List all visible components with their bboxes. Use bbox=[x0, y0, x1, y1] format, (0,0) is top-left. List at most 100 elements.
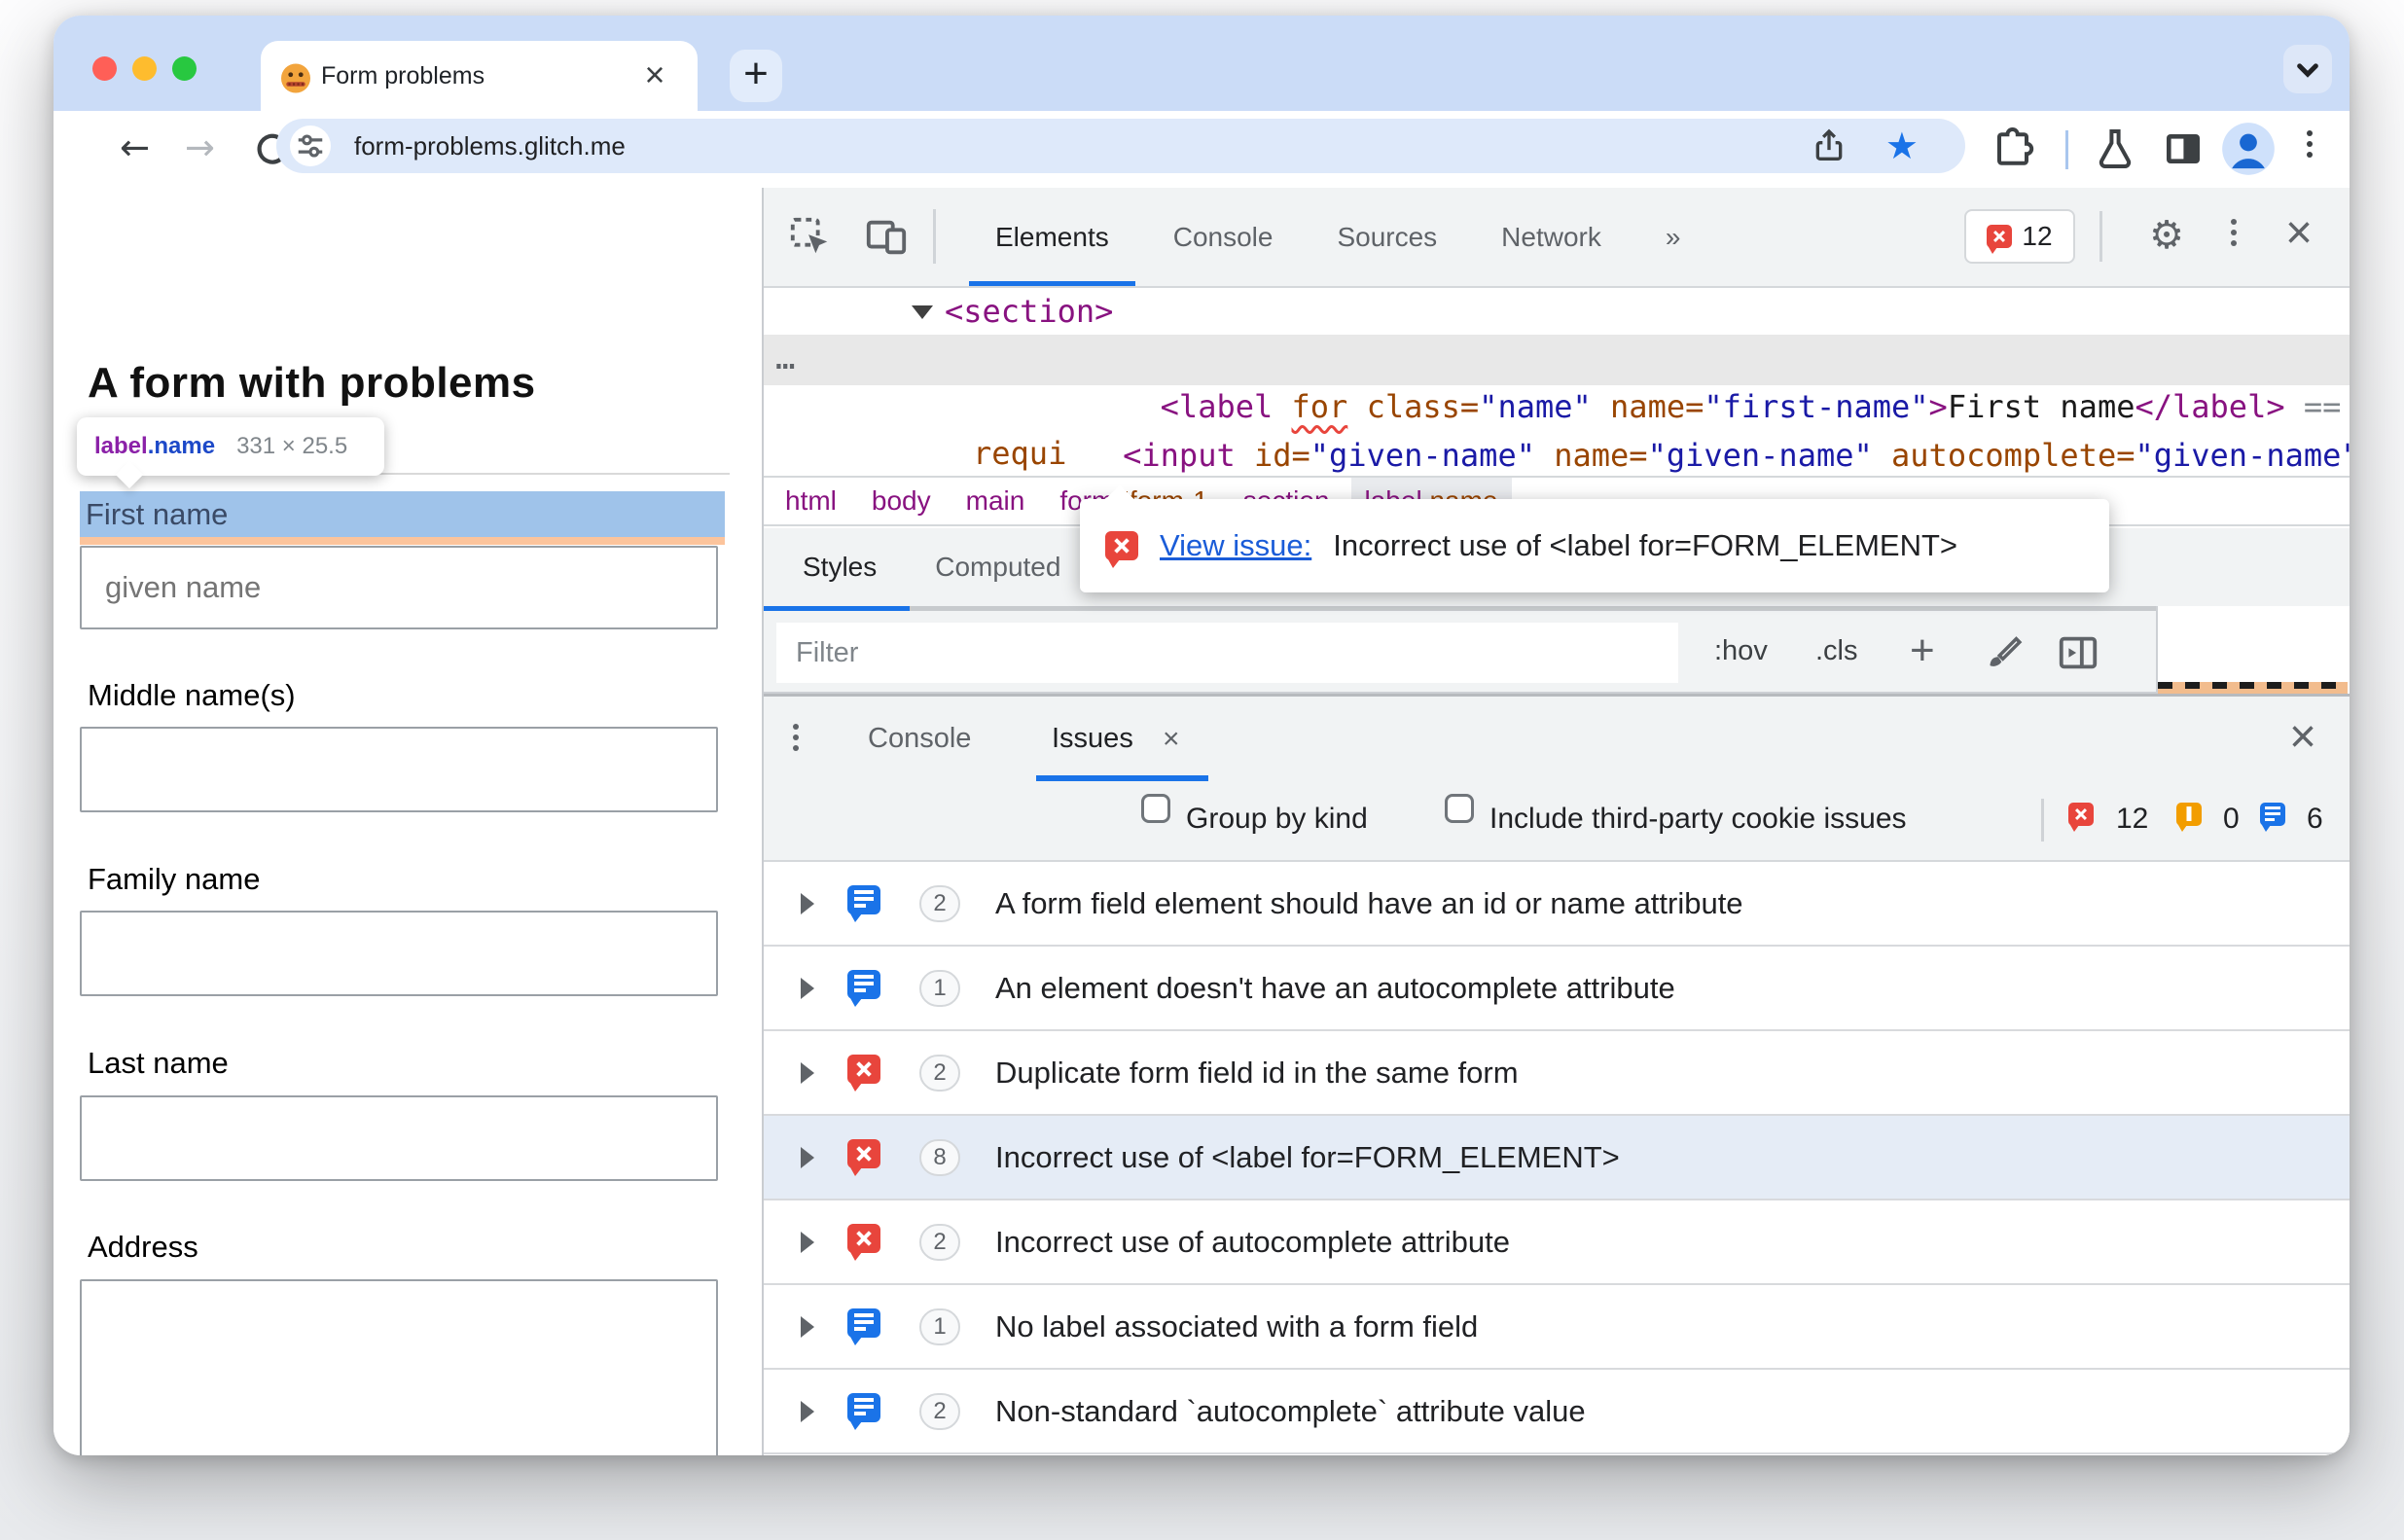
issue-title[interactable]: Incorrect use of <label for=FORM_ELEMENT… bbox=[995, 1116, 1620, 1200]
devtools-close-icon[interactable]: × bbox=[2285, 188, 2313, 279]
dom-selected-row[interactable]: … <label for class="name" name="first-na… bbox=[764, 335, 2350, 425]
back-button[interactable]: ← bbox=[120, 111, 150, 188]
tab-network[interactable]: Network bbox=[1469, 188, 1633, 286]
extensions-icon[interactable] bbox=[1990, 125, 2036, 172]
tab-styles[interactable]: Styles bbox=[773, 528, 906, 606]
family-name-input[interactable] bbox=[80, 911, 718, 996]
expand-icon[interactable] bbox=[801, 1062, 814, 1084]
issues-count-button[interactable]: 12 bbox=[1964, 209, 2075, 264]
given-name-input[interactable] bbox=[80, 546, 718, 629]
tab-close-icon[interactable]: × bbox=[635, 56, 674, 95]
last-name-input[interactable] bbox=[80, 1095, 718, 1181]
view-issue-link[interactable]: View issue: bbox=[1160, 528, 1311, 563]
issue-title[interactable]: An element doesn't have an autocomplete … bbox=[995, 947, 1675, 1031]
drawer-tab-console[interactable]: Console bbox=[868, 697, 971, 781]
code-token: "given-name" bbox=[2135, 437, 2350, 474]
address-label: Address bbox=[88, 1230, 198, 1264]
settings-gear-icon[interactable]: ⚙ bbox=[2149, 188, 2184, 283]
inspect-element-icon[interactable] bbox=[788, 215, 833, 260]
issue-title[interactable]: Non-standard `autocomplete` attribute va… bbox=[995, 1370, 1586, 1454]
third-party-label[interactable]: Include third-party cookie issues bbox=[1489, 781, 1907, 859]
issue-row[interactable]: 2 Duplicate form field id in the same fo… bbox=[764, 1031, 2350, 1116]
issue-row[interactable]: 1 No label associated with a form field bbox=[764, 1285, 2350, 1370]
dom-gutter-more-icon[interactable]: … bbox=[775, 335, 795, 381]
drawer-tab-bar: Console Issues × × bbox=[764, 697, 2350, 781]
error-bubble-icon bbox=[847, 1224, 880, 1261]
traffic-minimize-button[interactable] bbox=[132, 56, 157, 81]
address-textarea[interactable] bbox=[80, 1279, 718, 1455]
tab-sources[interactable]: Sources bbox=[1305, 188, 1469, 286]
code-token-required: requi bbox=[973, 435, 1067, 472]
devtools-tabs: Elements Console Sources Network » bbox=[963, 188, 1712, 286]
styles-filter-input[interactable] bbox=[776, 623, 1678, 683]
issue-row[interactable]: 1 An element doesn't have an autocomplet… bbox=[764, 947, 2350, 1031]
code-token: <input bbox=[1123, 437, 1254, 474]
expand-icon[interactable] bbox=[801, 1147, 814, 1168]
expand-icon[interactable] bbox=[801, 978, 814, 999]
expand-icon[interactable] bbox=[801, 893, 814, 914]
browser-tab[interactable]: Form problems × bbox=[261, 41, 698, 111]
class-toggle-button[interactable]: .cls bbox=[1815, 611, 1858, 694]
warning-total: 0 bbox=[2223, 803, 2240, 835]
expand-triangle-icon[interactable] bbox=[912, 305, 933, 319]
expand-icon[interactable] bbox=[801, 1232, 814, 1253]
group-by-kind-checkbox[interactable] bbox=[1141, 794, 1170, 823]
drawer-close-icon[interactable]: × bbox=[2289, 697, 2316, 778]
dom-section-line[interactable]: <section> bbox=[945, 288, 1113, 335]
crumb-html[interactable]: html bbox=[785, 485, 837, 517]
drawer-tab-issues[interactable]: Issues bbox=[1052, 697, 1133, 781]
more-tabs-chevron[interactable]: » bbox=[1633, 188, 1713, 286]
error-total: 12 bbox=[2116, 803, 2149, 835]
address-bar[interactable]: form-problems.glitch.me ★ bbox=[276, 119, 1965, 173]
site-settings-button[interactable] bbox=[290, 125, 331, 166]
new-style-rule-plus-button[interactable]: + bbox=[1910, 611, 1935, 694]
drawer-menu-kebab-icon[interactable] bbox=[793, 724, 799, 751]
experiments-flask-icon[interactable] bbox=[2092, 125, 2138, 172]
device-toolbar-icon[interactable] bbox=[864, 215, 909, 260]
tab-elements[interactable]: Elements bbox=[963, 188, 1141, 286]
crumb-main[interactable]: main bbox=[966, 485, 1025, 517]
issue-row-selected[interactable]: 8 Incorrect use of <label for=FORM_ELEME… bbox=[764, 1116, 2350, 1200]
middle-name-input[interactable] bbox=[80, 727, 718, 812]
bookmark-star-icon[interactable]: ★ bbox=[1885, 119, 1919, 173]
rendering-brush-icon[interactable] bbox=[1982, 630, 2027, 675]
issue-title[interactable]: Incorrect use of autocomplete attribute bbox=[995, 1200, 1510, 1285]
side-panel-icon[interactable] bbox=[2160, 125, 2207, 172]
issue-row[interactable]: 2 Incorrect use of autocomplete attribut… bbox=[764, 1200, 2350, 1285]
issues-tab-close-icon[interactable]: × bbox=[1163, 697, 1180, 781]
expand-icon[interactable] bbox=[801, 1316, 814, 1338]
share-button[interactable] bbox=[1810, 126, 1848, 165]
forward-button[interactable]: → bbox=[185, 111, 215, 188]
new-tab-button[interactable]: + bbox=[730, 50, 782, 102]
splitter-dashed-indicator[interactable] bbox=[2158, 682, 2348, 694]
issue-title[interactable]: No label associated with a form field bbox=[995, 1285, 1478, 1370]
issue-row[interactable]: 2 Non-standard `autocomplete` attribute … bbox=[764, 1370, 2350, 1454]
expand-icon[interactable] bbox=[801, 1401, 814, 1422]
inspected-first-name-label[interactable]: First name bbox=[80, 491, 725, 537]
browser-window: Form problems × + ← → form-problems.glit… bbox=[54, 16, 2350, 1455]
devtools-toolbar: Elements Console Sources Network » 12 ⚙ … bbox=[764, 188, 2350, 288]
devtools-menu-kebab-icon[interactable] bbox=[2231, 219, 2237, 246]
traffic-close-button[interactable] bbox=[92, 56, 117, 81]
profile-avatar[interactable] bbox=[2221, 122, 2276, 176]
error-bubble-icon bbox=[1987, 225, 2013, 254]
issue-count-badge: 1 bbox=[919, 1308, 960, 1345]
toolbar-separator bbox=[933, 209, 936, 264]
tab-search-button[interactable] bbox=[2283, 45, 2332, 93]
third-party-checkbox[interactable] bbox=[1445, 794, 1474, 823]
error-bubble-icon bbox=[847, 1055, 880, 1092]
computed-sidebar-toggle-icon[interactable] bbox=[2056, 630, 2100, 675]
browser-menu-kebab-icon[interactable] bbox=[2307, 130, 2313, 158]
issue-row[interactable]: 2 A form field element should have an id… bbox=[764, 862, 2350, 947]
styles-active-underline bbox=[764, 606, 910, 611]
tab-computed[interactable]: Computed bbox=[906, 528, 1090, 606]
crumb-body[interactable]: body bbox=[872, 485, 931, 517]
tab-console[interactable]: Console bbox=[1141, 188, 1306, 286]
issue-title[interactable]: A form field element should have an id o… bbox=[995, 862, 1743, 947]
issue-count-badge: 2 bbox=[919, 1055, 960, 1092]
traffic-zoom-button[interactable] bbox=[172, 56, 197, 81]
hover-state-button[interactable]: :hov bbox=[1714, 611, 1768, 694]
url-text[interactable]: form-problems.glitch.me bbox=[354, 119, 626, 173]
issue-title[interactable]: Duplicate form field id in the same form bbox=[995, 1031, 1519, 1116]
group-by-kind-label[interactable]: Group by kind bbox=[1186, 781, 1368, 859]
